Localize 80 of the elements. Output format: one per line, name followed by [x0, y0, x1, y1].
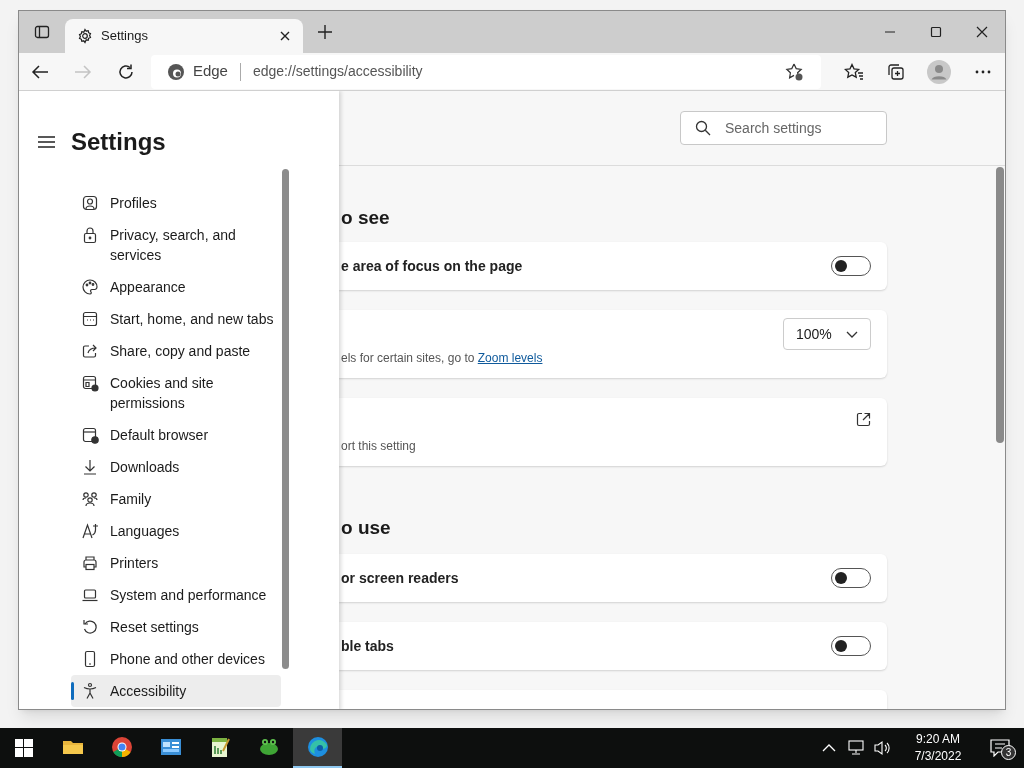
address-bar[interactable]: Edge edge://settings/accessibility	[150, 54, 821, 89]
toggle-switch[interactable]	[831, 568, 871, 588]
sidebar-item[interactable]: Default browser	[71, 419, 281, 451]
setting-description: ort this setting	[341, 438, 416, 455]
sidebar-item[interactable]: Cookies and site permissions	[71, 367, 281, 419]
laptop-icon	[81, 586, 99, 604]
setting-label: or screen readers	[341, 568, 459, 588]
sidebar-item[interactable]: Accessibility	[71, 675, 281, 707]
accessibility-icon	[81, 682, 99, 700]
back-icon[interactable]	[31, 63, 50, 80]
profile-icon	[81, 194, 99, 212]
sidebar-item[interactable]: Start, home, and new tabs	[71, 303, 281, 335]
tab-actions-icon[interactable]	[34, 24, 50, 40]
family-icon	[81, 490, 99, 508]
more-icon[interactable]	[974, 69, 991, 74]
toggle-switch[interactable]	[831, 256, 871, 276]
gear-icon	[77, 28, 93, 44]
sidebar-item[interactable]: Appearance	[71, 271, 281, 303]
site-label: Edge	[192, 61, 228, 82]
reset-icon	[81, 618, 99, 636]
window-icon	[81, 310, 99, 328]
setting-description: els for certain sites, go to Zoom levels	[341, 350, 543, 367]
chevron-down-icon	[846, 330, 858, 338]
forward-icon	[73, 63, 92, 80]
share-icon	[81, 342, 99, 360]
setting-label: e area of focus on the page	[341, 256, 523, 276]
profile-avatar-icon[interactable]	[927, 59, 952, 84]
chrome-icon	[109, 735, 134, 759]
language-icon	[81, 522, 99, 540]
taskbar-app[interactable]	[293, 728, 342, 768]
refresh-icon[interactable]	[116, 62, 135, 81]
sidebar-item[interactable]: Printers	[71, 547, 281, 579]
speaker-icon[interactable]	[874, 740, 892, 756]
favorites-icon[interactable]	[843, 62, 864, 81]
add-favorite-icon[interactable]	[784, 61, 805, 82]
zoom-levels-link[interactable]: Zoom levels	[477, 351, 543, 365]
sidebar-item[interactable]: Family	[71, 483, 281, 515]
notification-icon[interactable]	[990, 739, 1010, 757]
section-heading: o see	[340, 206, 391, 230]
sidebar-item[interactable]: Languages	[71, 515, 281, 547]
download-icon	[81, 458, 99, 476]
browser-check-icon	[81, 426, 99, 444]
tab-title: Settings	[101, 27, 149, 46]
scrollbar-thumb[interactable]	[282, 169, 289, 669]
toggle-switch[interactable]	[831, 636, 871, 656]
sidebar-item[interactable]: Share, copy and paste	[71, 335, 281, 367]
url-text: edge://settings/accessibility	[252, 62, 424, 81]
maximize-icon[interactable]	[930, 26, 942, 38]
cookie-settings-icon	[81, 374, 99, 392]
chevron-up-icon[interactable]	[822, 744, 836, 752]
settings-title: Settings	[71, 127, 166, 157]
sidebar-item[interactable]: Privacy, search, and services	[71, 219, 281, 271]
clock-time[interactable]: 9:20 AM	[916, 731, 960, 748]
printer-icon	[81, 554, 99, 572]
palette-icon	[81, 278, 99, 296]
new-tab-icon[interactable]	[317, 24, 333, 40]
close-icon[interactable]	[279, 30, 291, 42]
browser-tab[interactable]: Settings	[65, 19, 303, 53]
sidebar-item[interactable]: Reset settings	[71, 611, 281, 643]
scrollbar-thumb[interactable]	[996, 167, 1004, 443]
section-heading: o use	[340, 516, 392, 540]
sidebar-item[interactable]: Phone and other devices	[71, 643, 281, 675]
menu-icon[interactable]	[38, 136, 55, 148]
setting-label: ble tabs	[341, 636, 394, 656]
windows-start-icon[interactable]	[15, 739, 33, 757]
close-icon[interactable]	[976, 26, 988, 38]
notification-badge: 3	[1001, 745, 1016, 760]
sidebar-item[interactable]: Downloads	[71, 451, 281, 483]
search-icon	[695, 120, 711, 136]
clock-date[interactable]: 7/3/2022	[914, 748, 962, 765]
collections-icon[interactable]	[887, 62, 906, 81]
sidebar-item[interactable]: Profiles	[71, 187, 281, 219]
edge-icon	[305, 735, 330, 759]
lock-icon	[81, 226, 99, 244]
edge-logo-icon	[166, 62, 185, 81]
external-link-icon[interactable]	[856, 412, 871, 427]
network-icon[interactable]	[848, 740, 866, 756]
zoom-dropdown[interactable]: 100%	[783, 318, 871, 350]
sidebar-item[interactable]: System and performance	[71, 579, 281, 611]
search-field[interactable]: Search settings	[680, 111, 887, 145]
